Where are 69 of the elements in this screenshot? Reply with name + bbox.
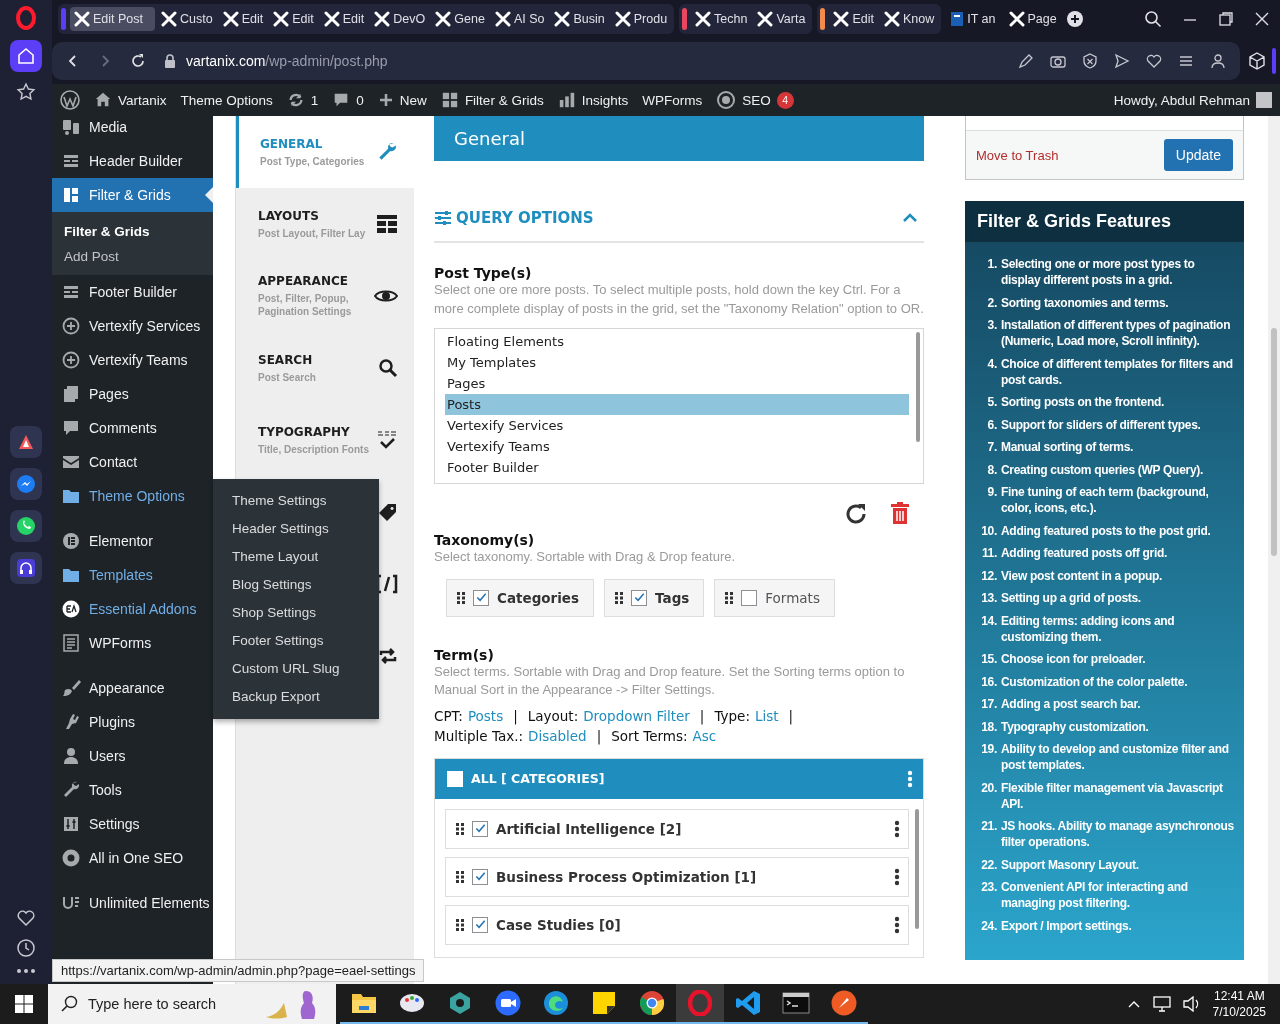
feature-text: Creating custom queries (WP Query). — [1001, 461, 1204, 478]
list-number: 15. — [980, 651, 997, 667]
list-number: 11. — [980, 545, 997, 561]
feature-text: View post content in a popup. — [1001, 567, 1164, 584]
list-number: 2. — [986, 294, 997, 311]
features-title: Filter & Grids Features — [965, 201, 1244, 242]
list-number: 13. — [980, 590, 997, 606]
feature-text: Installation of different types of pagination (Numeric, Load more, Scroll infinity). — [1001, 317, 1232, 349]
feature-text: Selecting one or more post types to display different posts in a grid. — [1001, 256, 1196, 288]
feature-text: Fine tuning of each term (background, color, icons, etc.). — [1001, 484, 1210, 516]
separator-text: | — [788, 707, 794, 724]
field-label: Term(s) — [434, 646, 495, 663]
field-label: Taxonomy(s) — [434, 532, 536, 548]
feature-text: Ability to develop and customize filter and post templates. — [1001, 741, 1230, 773]
list-number: 14. — [980, 612, 997, 630]
feature-text: Flexible filter management via Javascript API. — [1001, 779, 1224, 812]
feature-text: Adding a post search bar. — [1001, 696, 1142, 712]
list-number: 9. — [986, 484, 997, 501]
field-description: Select one ore more posts. To select multiple posts, hold down the key Ctrl. For a more complete display of posts in the grid, set the "Taxonomy Relation" option to OR. — [434, 281, 924, 318]
separator-text: | — [699, 707, 705, 724]
feature-text: Choose icon for preloader. — [1001, 651, 1147, 667]
field-description: Select terms. Sortable with Drag and Drop feature. Set the Sorting terms option to Manual Sort in the Appearance -> Filter Settings. — [434, 662, 906, 699]
separator-text: | — [596, 727, 602, 744]
list-number: 23. — [980, 879, 997, 896]
url-text: vartanix.com/wp-admin/post.php — [186, 53, 388, 69]
list-number: 7. — [986, 439, 997, 455]
feature-text: Sorting taxonomies and terms. — [1001, 294, 1170, 311]
list-number: 22. — [980, 856, 997, 873]
list-number: 24. — [980, 917, 997, 934]
feature-text: Manual sorting of terms. — [1001, 439, 1135, 455]
separator-text: | — [513, 707, 518, 724]
feature-text: JS hooks. Ability to manage asynchronous filter operations. — [1001, 818, 1234, 850]
setting-name: Multiple Tax.: — [434, 727, 524, 744]
count-badge: 4 — [776, 91, 794, 109]
list-number: 20. — [980, 779, 997, 797]
list-number: 17. — [980, 696, 997, 712]
field-label: Post Type(s) — [434, 265, 533, 281]
feature-text: Support for sliders of different types. — [1001, 416, 1202, 433]
list-number: 18. — [980, 718, 997, 735]
feature-text: Setting up a grid of posts. — [1001, 590, 1142, 606]
feature-text: Sorting posts on the frontend. — [1001, 394, 1165, 410]
feature-text: Support Masonry Layout. — [1001, 856, 1140, 873]
feature-text: Convenient API for interacting and managing post filtering. — [1001, 879, 1189, 911]
list-number: 10. — [980, 522, 997, 539]
list-number: 1. — [986, 256, 997, 273]
setting-name: Type: — [714, 707, 750, 724]
setting-name: Layout: — [527, 707, 579, 724]
feature-text: Customization of the color palette. — [1001, 673, 1189, 690]
setting-name: Sort Terms: — [611, 727, 688, 744]
setting-name: CPT: — [434, 707, 463, 724]
list-number: 21. — [980, 818, 997, 835]
terms-header-title: ALL [ CATEGORIES] — [471, 771, 605, 786]
feature-text: Export / Import settings. — [1001, 917, 1133, 934]
feature-text: Editing terms: adding icons and customizing them. — [1001, 612, 1176, 645]
panel-title: General — [434, 116, 924, 161]
list-number: 8. — [986, 461, 997, 478]
list-number: 16. — [980, 673, 997, 690]
status-url: https://vartanix.com/wp-admin/admin.php?page=eael-settings — [52, 959, 425, 982]
feature-text: Typography customization. — [1001, 718, 1150, 735]
list-number: 5. — [986, 394, 997, 410]
list-number: 4. — [986, 355, 997, 373]
feature-text: Adding featured posts off grid. — [1001, 545, 1169, 561]
feature-text: Adding featured posts to the post grid. — [1001, 522, 1212, 539]
list-number: 3. — [986, 317, 997, 334]
feature-text: Choice of different templates for filters and post cards. — [1001, 355, 1234, 388]
list-number: 12. — [980, 567, 997, 584]
list-number: 6. — [986, 416, 997, 433]
list-number: 19. — [980, 741, 997, 758]
field-description: Select taxonomy. Sortable with Drag & Drop feature. — [434, 548, 737, 566]
